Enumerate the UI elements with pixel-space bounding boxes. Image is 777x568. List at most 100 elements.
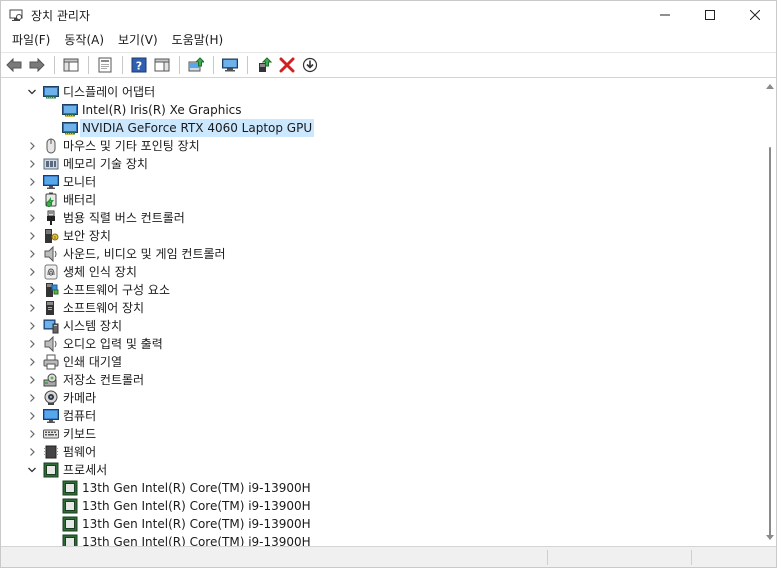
chevron-right-icon[interactable] [27,321,37,331]
tree-category-label: 카메라 [63,391,97,405]
tree-device[interactable]: 13th Gen Intel(R) Core(TM) i9-13900H [1,479,741,497]
maximize-button[interactable] [687,1,733,29]
tree-category[interactable]: 범용 직렬 버스 컨트롤러 [1,209,741,227]
window-title: 장치 관리자 [31,9,91,23]
tree-category[interactable]: 생체 인식 장치 [1,263,741,281]
scroll-up-arrow-icon[interactable] [766,83,774,89]
tree-category[interactable]: 배터리 [1,191,741,209]
action-pane-button[interactable] [151,54,173,76]
tree-category-label: 펌웨어 [63,445,97,459]
chevron-right-icon[interactable] [27,303,37,313]
chevron-right-icon[interactable] [27,141,37,151]
tree-category[interactable]: 메모리 기술 장치 [1,155,741,173]
tree-category-label: 마우스 및 기타 포인팅 장치 [63,139,200,153]
chevron-right-icon[interactable] [27,267,37,277]
security-device-icon [43,228,59,244]
tree-category[interactable]: 카메라 [1,389,741,407]
menu-item[interactable]: 보기(V) [111,29,165,51]
properties-icon [97,57,113,73]
enable-device-button[interactable] [253,54,275,76]
scroll-down-arrow-icon[interactable] [766,535,774,541]
help-button[interactable]: ? [128,54,150,76]
forward-arrow-button[interactable] [26,54,48,76]
scrollbar-thumb[interactable] [769,147,771,537]
download-driver-button[interactable] [299,54,321,76]
status-bar [1,546,776,567]
back-arrow-icon [6,57,22,73]
title-bar[interactable]: 장치 관리자 [1,1,776,29]
tree-category-label: 사운드, 비디오 및 게임 컨트롤러 [63,247,226,261]
scan-hardware-button[interactable] [219,54,241,76]
tree-category[interactable]: 컴퓨터 [1,407,741,425]
close-button[interactable] [732,1,777,29]
tree-category[interactable]: 사운드, 비디오 및 게임 컨트롤러 [1,245,741,263]
chevron-right-icon[interactable] [27,339,37,349]
tree-category[interactable]: 소프트웨어 장치 [1,299,741,317]
tree-category[interactable]: 키보드 [1,425,741,443]
chevron-right-icon[interactable] [27,249,37,259]
chevron-right-icon[interactable] [27,213,37,223]
speaker-icon [43,335,59,353]
chevron-down-icon[interactable] [27,465,37,475]
tree-category[interactable]: 마우스 및 기타 포인팅 장치 [1,137,741,155]
minimize-icon [660,14,670,16]
tree-device[interactable]: 13th Gen Intel(R) Core(TM) i9-13900H [1,515,741,533]
uninstall-device-button[interactable] [276,54,298,76]
chevron-right-icon[interactable] [27,231,37,241]
tree-category[interactable]: 인쇄 대기열 [1,353,741,371]
tree-category[interactable]: 보안 장치 [1,227,741,245]
storage-controller-icon [43,372,59,388]
processor-icon [62,480,78,496]
tree-device-label: Intel(R) Iris(R) Xe Graphics [82,103,242,117]
chevron-right-icon[interactable] [27,375,37,385]
status-divider [691,550,692,565]
enable-device-icon [256,57,272,73]
chevron-right-icon[interactable] [27,285,37,295]
tree-device-label: 13th Gen Intel(R) Core(TM) i9-13900H [82,535,311,546]
chevron-right-icon[interactable] [27,393,37,403]
tree-category[interactable]: 모니터 [1,173,741,191]
tree-category[interactable]: 프로세서 [1,461,741,479]
firmware-icon [43,444,59,460]
chevron-right-icon[interactable] [27,159,37,169]
tree-category-label: 키보드 [63,427,97,441]
chevron-right-icon[interactable] [27,411,37,421]
menu-item[interactable]: 파일(F) [5,29,57,51]
chevron-right-icon[interactable] [27,195,37,205]
menu-item[interactable]: 도움말(H) [165,29,231,51]
chevron-right-icon[interactable] [27,447,37,457]
chevron-right-icon[interactable] [27,429,37,439]
tree-category[interactable]: 펌웨어 [1,443,741,461]
tree-device[interactable]: 13th Gen Intel(R) Core(TM) i9-13900H [1,497,741,515]
chevron-right-icon[interactable] [27,357,37,367]
device-tree[interactable]: 디스플레이 어댑터 Intel(R) Iris(R) Xe Graphics NVI… [1,79,764,546]
toolbar-separator [54,56,55,74]
tree-category[interactable]: 시스템 장치 [1,317,741,335]
properties-button[interactable] [94,54,116,76]
tree-category[interactable]: 소프트웨어 구성 요소 [1,281,741,299]
chevron-right-icon[interactable] [27,177,37,187]
tree-device[interactable]: NVIDIA GeForce RTX 4060 Laptop GPU [1,119,741,137]
tree-category[interactable]: 저장소 컨트롤러 [1,371,741,389]
show-hide-tree-button[interactable] [60,54,82,76]
maximize-icon [705,10,715,20]
tree-category[interactable]: 오디오 입력 및 출력 [1,335,741,353]
tree-device[interactable]: Intel(R) Iris(R) Xe Graphics [1,101,741,119]
back-arrow-button[interactable] [3,54,25,76]
menu-item[interactable]: 동작(A) [57,29,111,51]
tree-category-label: 저장소 컨트롤러 [63,373,145,387]
display-adapter-icon [62,120,78,136]
chevron-down-icon[interactable] [27,87,37,97]
minimize-button[interactable] [642,1,688,29]
printer-icon [43,354,59,370]
tree-category-label: 메모리 기술 장치 [63,157,148,171]
tree-device-label: 13th Gen Intel(R) Core(TM) i9-13900H [82,499,311,513]
update-driver-button[interactable] [185,54,207,76]
display-adapter-icon [43,84,59,100]
status-divider [547,550,548,565]
tree-category[interactable]: 디스플레이 어댑터 [1,83,741,101]
vertical-scrollbar[interactable] [764,79,776,546]
tree-category-label: 인쇄 대기열 [63,355,123,369]
tree-device[interactable]: 13th Gen Intel(R) Core(TM) i9-13900H [1,533,741,546]
menu-bar: 파일(F) 동작(A) 보기(V) 도움말(H) [1,29,776,51]
